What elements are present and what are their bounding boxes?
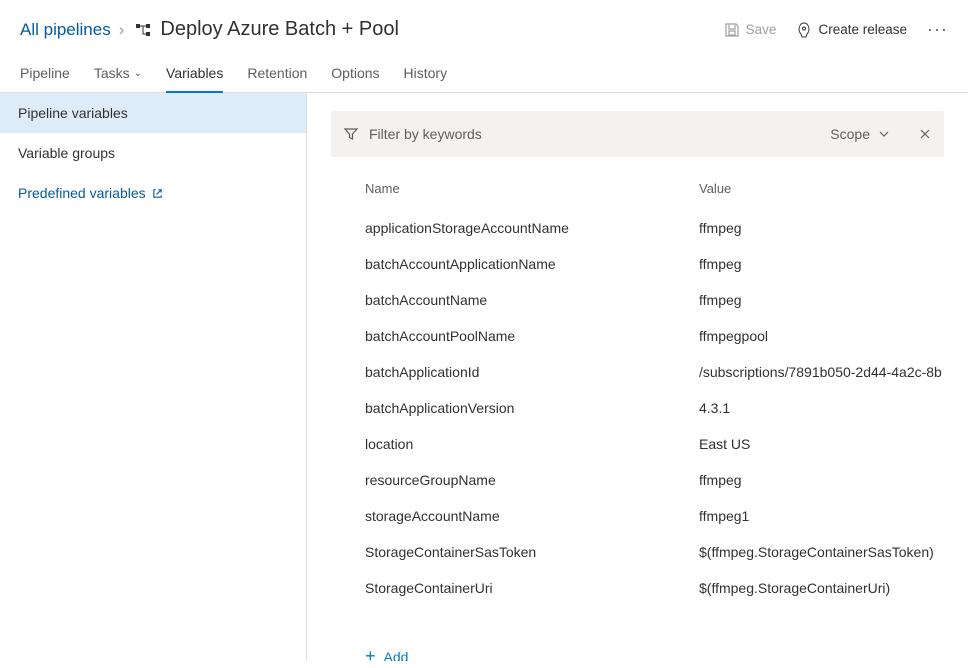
table-row[interactable]: storageAccountNameffmpeg1 [331,498,944,534]
table-row[interactable]: batchAccountNameffmpeg [331,282,944,318]
variable-value[interactable]: ffmpeg1 [699,508,944,524]
variable-value[interactable]: ffmpeg [699,220,944,236]
save-button: Save [724,22,777,38]
save-icon [724,22,740,38]
table-row[interactable]: locationEast US [331,426,944,462]
create-release-button[interactable]: Create release [796,22,907,38]
plus-icon: + [365,646,376,661]
sidebar: Pipeline variables Variable groups Prede… [0,93,307,661]
tab-history[interactable]: History [404,55,448,93]
sidebar-item-pipeline-variables[interactable]: Pipeline variables [0,93,306,133]
variable-value[interactable]: $(ffmpeg.StorageContainerSasToken) [699,544,944,560]
add-button[interactable]: + Add [365,646,408,661]
breadcrumb-root[interactable]: All pipelines [20,20,111,40]
page-header: All pipelines › Deploy Azure Batch + Poo… [0,0,968,55]
tabs-bar: Pipeline Tasks ⌄ Variables Retention Opt… [0,55,968,93]
header-actions: Save Create release ··· [724,19,948,40]
sidebar-item-variable-groups[interactable]: Variable groups [0,133,306,173]
content-area: Pipeline variables Variable groups Prede… [0,93,968,661]
variable-name[interactable]: batchApplicationVersion [365,400,699,416]
table-row[interactable]: resourceGroupNameffmpeg [331,462,944,498]
external-link-icon [152,188,163,199]
table-row[interactable]: batchApplicationVersion4.3.1 [331,390,944,426]
save-label: Save [746,22,777,37]
variable-value[interactable]: 4.3.1 [699,400,944,416]
table-row[interactable]: StorageContainerUri$(ffmpeg.StorageConta… [331,570,944,606]
table-row[interactable]: applicationStorageAccountNameffmpeg [331,210,944,246]
filter-input[interactable] [369,126,830,142]
tab-variables[interactable]: Variables [166,55,223,93]
variable-value[interactable]: ffmpeg [699,256,944,272]
column-header-value[interactable]: Value [699,181,944,196]
variable-name[interactable]: storageAccountName [365,508,699,524]
create-release-label: Create release [818,22,907,37]
pipeline-icon [134,21,152,39]
variable-name[interactable]: batchAccountApplicationName [365,256,699,272]
tab-retention[interactable]: Retention [247,55,307,93]
predefined-label: Predefined variables [18,185,146,201]
sidebar-link-predefined-variables[interactable]: Predefined variables [0,173,306,213]
add-label: Add [384,649,409,662]
filter-bar: Scope [331,111,944,157]
variable-value[interactable]: $(ffmpeg.StorageContainerUri) [699,580,944,596]
table-row[interactable]: batchAccountApplicationNameffmpeg [331,246,944,282]
tab-options[interactable]: Options [331,55,379,93]
table-row[interactable]: StorageContainerSasToken$(ffmpeg.Storage… [331,534,944,570]
variables-table: applicationStorageAccountNameffmpegbatch… [331,210,944,606]
variable-value[interactable]: East US [699,436,944,452]
table-header: Name Value [331,181,944,210]
variable-name[interactable]: resourceGroupName [365,472,699,488]
chevron-down-icon: ⌄ [134,68,142,79]
more-menu-button[interactable]: ··· [927,19,948,40]
variable-name[interactable]: applicationStorageAccountName [365,220,699,236]
scope-dropdown[interactable]: Scope [830,126,890,142]
variable-value[interactable]: ffmpeg [699,292,944,308]
filter-icon [343,126,359,142]
rocket-icon [796,22,812,38]
variable-name[interactable]: location [365,436,699,452]
variable-name[interactable]: batchAccountPoolName [365,328,699,344]
tab-pipeline[interactable]: Pipeline [20,55,70,93]
tab-tasks-label: Tasks [94,65,130,81]
tab-tasks[interactable]: Tasks ⌄ [94,55,142,93]
main-panel: Scope Name Value applicationStorageAccou… [307,93,968,661]
chevron-down-icon [878,128,890,140]
variable-name[interactable]: StorageContainerUri [365,580,699,596]
variable-name[interactable]: batchAccountName [365,292,699,308]
variable-name[interactable]: StorageContainerSasToken [365,544,699,560]
breadcrumb-separator: › [119,20,125,40]
variable-value[interactable]: ffmpeg [699,472,944,488]
variable-name[interactable]: batchApplicationId [365,364,699,380]
page-title: Deploy Azure Batch + Pool [160,18,398,41]
close-icon[interactable] [918,127,932,141]
variable-value[interactable]: ffmpegpool [699,328,944,344]
scope-label: Scope [830,126,870,142]
variable-value[interactable]: /subscriptions/7891b050-2d44-4a2c-8b [699,364,944,380]
table-row[interactable]: batchAccountPoolNameffmpegpool [331,318,944,354]
column-header-name[interactable]: Name [365,181,699,196]
table-row[interactable]: batchApplicationId/subscriptions/7891b05… [331,354,944,390]
